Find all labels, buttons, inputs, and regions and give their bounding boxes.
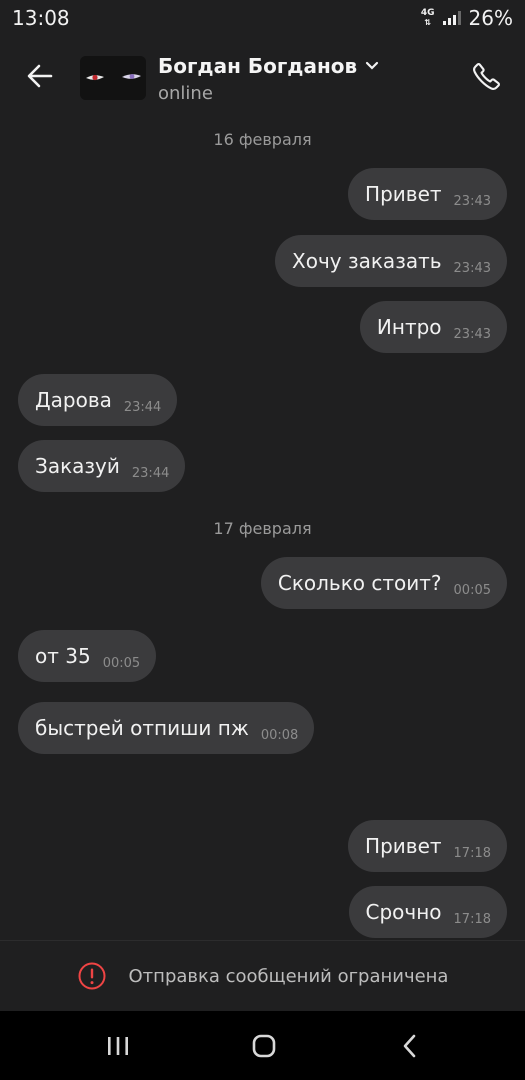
date-separator: 16 февраля <box>213 130 312 149</box>
date-separator: 17 февраля <box>213 519 312 538</box>
message-text: от 35 <box>35 644 91 668</box>
avatar-eyes-image <box>80 56 146 100</box>
outgoing-message[interactable]: Привет 17:18 <box>348 820 507 872</box>
incoming-message[interactable]: быстрей отпиши пж 00:08 <box>18 702 315 754</box>
message-time: 17:18 <box>453 845 491 861</box>
message-text: быстрей отпиши пж <box>35 716 249 740</box>
status-indicators: 4G ⇅ 26% <box>421 6 513 30</box>
message-text: Заказуй <box>35 454 120 478</box>
recents-icon <box>108 1037 128 1055</box>
home-icon <box>252 1034 276 1058</box>
incoming-message[interactable]: Дарова 23:44 <box>18 374 178 426</box>
outgoing-message[interactable]: Срочно 17:18 <box>348 886 507 938</box>
message-text: Интро <box>376 315 442 339</box>
message-time: 00:08 <box>260 727 299 743</box>
message-time: 23:44 <box>131 465 170 481</box>
message-time: 00:05 <box>453 582 491 598</box>
restricted-message: Отправка сообщений ограничена <box>128 965 449 987</box>
arrow-left-icon <box>27 64 53 88</box>
back-button[interactable] <box>20 56 60 96</box>
phone-icon <box>473 63 500 90</box>
outgoing-message[interactable]: Хочу заказать 23:43 <box>275 235 507 287</box>
system-back-button[interactable] <box>380 1029 440 1063</box>
outgoing-message[interactable]: Интро 23:43 <box>359 301 507 353</box>
recents-button[interactable] <box>88 1029 148 1063</box>
message-time: 00:05 <box>102 655 141 671</box>
message-text: Сколько стоит? <box>277 571 442 595</box>
message-text: Срочно <box>365 900 442 924</box>
chat-header: Богдан Богданов online <box>0 40 525 116</box>
contact-name-button[interactable]: Богдан Богданов <box>158 54 379 78</box>
incoming-message[interactable]: от 35 00:05 <box>18 630 157 682</box>
status-bar: 13:08 4G ⇅ 26% <box>0 0 525 38</box>
outgoing-message[interactable]: Сколько стоит? 00:05 <box>260 557 507 609</box>
call-button[interactable] <box>467 56 507 96</box>
signal-icon <box>442 11 461 25</box>
network-type-icon: 4G ⇅ <box>420 8 435 28</box>
chevron-down-icon <box>366 61 379 70</box>
composer-restricted-bar: Отправка сообщений ограничена <box>0 940 525 1011</box>
alert-circle-icon <box>78 962 106 990</box>
message-time: 23:43 <box>453 193 491 209</box>
outgoing-message[interactable]: Привет 23:43 <box>348 168 507 220</box>
battery-level: 26% <box>468 6 513 30</box>
system-nav-bar <box>0 1011 525 1080</box>
message-text: Дарова <box>35 388 112 412</box>
message-text: Привет <box>365 834 442 858</box>
incoming-message[interactable]: Заказуй 23:44 <box>18 440 186 492</box>
message-time: 23:43 <box>453 260 491 276</box>
message-text: Привет <box>365 182 442 206</box>
message-time: 17:18 <box>453 911 491 927</box>
contact-name: Богдан Богданов <box>158 54 358 78</box>
contact-status: online <box>158 83 213 104</box>
network-type-label: 4G <box>420 8 435 18</box>
message-text: Хочу заказать <box>292 249 442 273</box>
contact-avatar[interactable] <box>80 56 146 100</box>
back-nav-icon <box>403 1034 416 1058</box>
message-time: 23:44 <box>123 399 162 415</box>
status-time: 13:08 <box>12 6 70 30</box>
home-button[interactable] <box>234 1029 294 1063</box>
message-time: 23:43 <box>453 326 491 342</box>
